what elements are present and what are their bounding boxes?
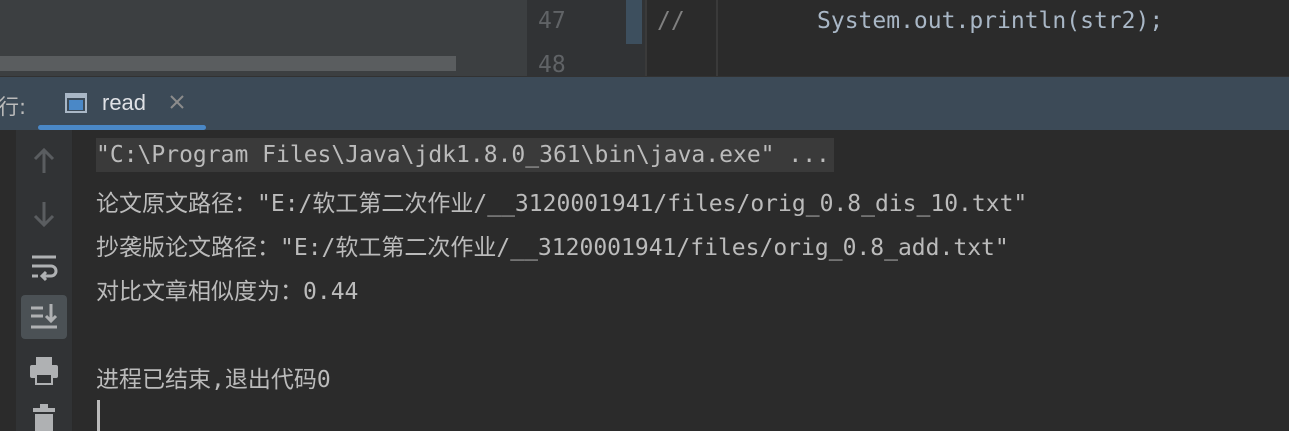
output-line: 对比文章相似度为：0.44 xyxy=(96,279,359,305)
indent-guide xyxy=(716,0,718,76)
exit-message: 进程已结束,退出代码0 xyxy=(96,367,331,393)
line-number: 48 xyxy=(538,52,566,78)
trash-icon[interactable] xyxy=(21,400,67,431)
command-line: "C:\Program Files\Java\jdk1.8.0_361\bin\… xyxy=(96,138,834,172)
code-line[interactable]: System.out.println(str2); xyxy=(817,8,1163,34)
horizontal-scrollbar[interactable] xyxy=(0,56,456,71)
tool-window-title: 行: xyxy=(0,95,27,119)
gutter-change-marker[interactable] xyxy=(626,0,642,44)
tab-label: read xyxy=(102,90,147,115)
code-comment: // xyxy=(657,8,685,34)
print-icon[interactable] xyxy=(21,350,67,394)
editor-area: 47 48 // System.out.println(str2); xyxy=(0,0,1289,78)
scroll-to-end-icon[interactable] xyxy=(21,295,67,339)
run-tool-window-header: 行: read xyxy=(0,76,1289,130)
console-window-icon xyxy=(65,93,87,113)
soft-wrap-icon[interactable] xyxy=(21,245,67,289)
close-icon[interactable] xyxy=(169,94,185,110)
output-line: 论文原文路径："E:/软工第二次作业/__3120001941/files/or… xyxy=(96,191,1028,217)
text-caret xyxy=(97,400,100,431)
rerun-up-arrow-icon[interactable] xyxy=(21,140,67,184)
ide-window: 47 48 // System.out.println(str2); 行: re… xyxy=(0,0,1289,431)
down-arrow-icon[interactable] xyxy=(21,192,67,236)
gutter-separator xyxy=(645,0,647,76)
line-number: 47 xyxy=(538,8,566,34)
toolbar-edge xyxy=(0,130,16,431)
output-line: 抄袭版论文路径："E:/软工第二次作业/__3120001941/files/o… xyxy=(96,235,1009,261)
tab-read[interactable]: read xyxy=(39,77,206,130)
